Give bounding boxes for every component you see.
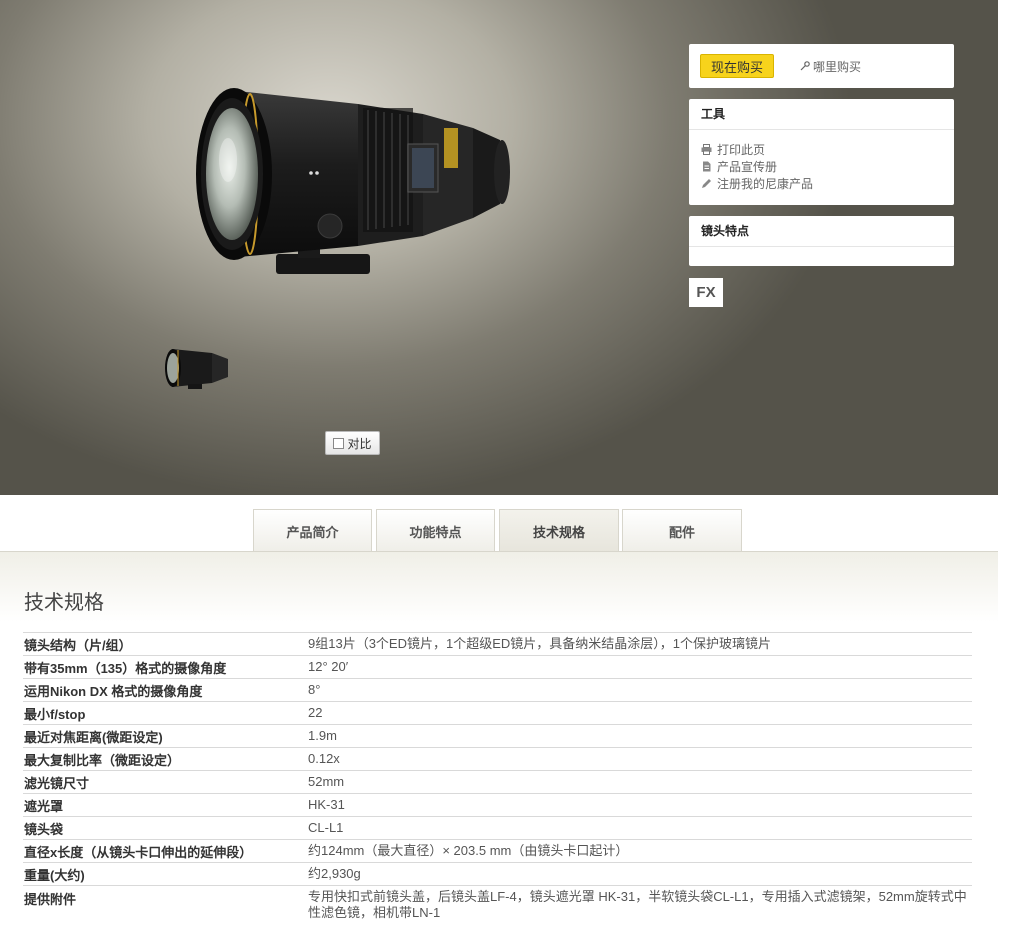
spec-label: 最大复制比率（微距设定） <box>24 752 181 768</box>
table-row: 最大复制比率（微距设定） 0.12x <box>23 747 972 770</box>
spec-value: 8° <box>308 682 321 697</box>
tools-panel: 工具 打印此页 产品宣传册 注册我的尼康产品 <box>689 99 954 205</box>
checkbox-icon[interactable] <box>333 437 345 449</box>
tools-title: 工具 <box>689 99 954 130</box>
lens-features-panel: 镜头特点 <box>689 216 954 266</box>
spec-value: 约2,930g <box>308 866 361 881</box>
tab-features[interactable]: 功能特点 <box>376 509 495 552</box>
table-row: 镜头结构（片/组） 9组13片（3个ED镜片，1个超级ED镜片，具备纳米结晶涂层… <box>23 632 972 655</box>
spec-label: 运用Nikon DX 格式的摄像角度 <box>24 683 203 699</box>
spec-label: 提供附件 <box>24 892 77 907</box>
specifications-heading: 技术规格 <box>24 592 104 614</box>
spec-label: 遮光罩 <box>24 798 64 814</box>
product-tabs: 产品简介 功能特点 技术规格 配件 <box>0 495 998 552</box>
specifications-table: 镜头结构（片/组） 9组13片（3个ED镜片，1个超级ED镜片，具备纳米结晶涂层… <box>23 632 972 923</box>
spec-value: 约124mm（最大直径）× 203.5 mm（由镜头卡口起计） <box>308 843 629 858</box>
tab-accessories[interactable]: 配件 <box>622 509 742 552</box>
compare-label: 对比 <box>347 436 372 451</box>
spec-label: 最近对焦距离(微距设定) <box>24 729 163 745</box>
product-hero: 对比 现在购买 哪里购买 工具 打印此页 产品宣传册 注册我的尼康产品 镜头特点… <box>0 0 998 495</box>
printer-icon <box>701 144 712 155</box>
table-row: 重量(大约) 约2,930g <box>23 862 972 885</box>
lens-features-title: 镜头特点 <box>689 216 954 247</box>
where-to-buy-label: 哪里购买 <box>813 59 862 74</box>
specifications-section: 技术规格 镜头结构（片/组） 9组13片（3个ED镜片，1个超级ED镜片，具备纳… <box>0 552 998 946</box>
spec-value: 专用快扣式前镜头盖，后镜头盖LF-4，镜头遮光罩 HK-31，半软镜头袋CL-L… <box>308 889 967 920</box>
tools-list: 打印此页 产品宣传册 注册我的尼康产品 <box>689 130 954 192</box>
table-row: 滤光镜尺寸 52mm <box>23 770 972 793</box>
spec-label: 带有35mm（135）格式的摄像角度 <box>24 660 227 676</box>
lens-thumbnail[interactable] <box>160 343 235 393</box>
table-row: 最近对焦距离(微距设定) 1.9m <box>23 724 972 747</box>
spec-label: 重量(大约) <box>24 867 85 883</box>
table-row: 带有35mm（135）格式的摄像角度 12° 20′ <box>23 655 972 678</box>
lens-product-image <box>196 88 510 274</box>
document-icon <box>701 161 712 172</box>
spec-value: HK-31 <box>308 797 345 812</box>
where-to-buy-link[interactable]: 哪里购买 <box>800 58 861 75</box>
register-product-link[interactable]: 注册我的尼康产品 <box>701 175 954 192</box>
table-row: 最小f/stop 22 <box>23 701 972 724</box>
spec-label: 镜头结构（片/组） <box>24 637 132 653</box>
spec-value: 9组13片（3个ED镜片，1个超级ED镜片，具备纳米结晶涂层），1个保护玻璃镜片 <box>308 636 771 651</box>
table-row: 镜头袋 CL-L1 <box>23 816 972 839</box>
spec-label: 直径x长度（从镜头卡口伸出的延伸段） <box>24 844 253 860</box>
spec-value: 1.9m <box>308 728 337 743</box>
print-page-link[interactable]: 打印此页 <box>701 141 954 158</box>
buy-panel: 现在购买 哪里购买 <box>689 44 954 88</box>
table-row: 直径x长度（从镜头卡口伸出的延伸段） 约124mm（最大直径）× 203.5 m… <box>23 839 972 862</box>
spec-value: 22 <box>308 705 323 720</box>
spec-label: 镜头袋 <box>24 821 64 837</box>
spec-value: CL-L1 <box>308 820 344 835</box>
spec-value: 52mm <box>308 774 345 789</box>
spec-value: 12° 20′ <box>308 659 349 674</box>
compare-checkbox[interactable]: 对比 <box>325 431 380 455</box>
brochure-link[interactable]: 产品宣传册 <box>701 158 954 175</box>
spec-label: 滤光镜尺寸 <box>24 775 90 791</box>
buy-now-button[interactable]: 现在购买 <box>700 54 775 78</box>
table-row: 提供附件 专用快扣式前镜头盖，后镜头盖LF-4，镜头遮光罩 HK-31，半软镜头… <box>23 885 972 923</box>
spec-label: 最小f/stop <box>24 706 86 722</box>
spec-value: 0.12x <box>308 751 340 766</box>
pencil-icon <box>701 178 712 189</box>
tool-label: 打印此页 <box>717 143 766 157</box>
key-icon <box>800 61 810 71</box>
tab-specifications[interactable]: 技术规格 <box>499 509 619 552</box>
fx-format-badge: FX <box>689 278 723 307</box>
table-row: 运用Nikon DX 格式的摄像角度 8° <box>23 678 972 701</box>
tool-label: 产品宣传册 <box>717 160 778 174</box>
tool-label: 注册我的尼康产品 <box>717 177 814 191</box>
table-row: 遮光罩 HK-31 <box>23 793 972 816</box>
tab-overview[interactable]: 产品简介 <box>253 509 372 552</box>
